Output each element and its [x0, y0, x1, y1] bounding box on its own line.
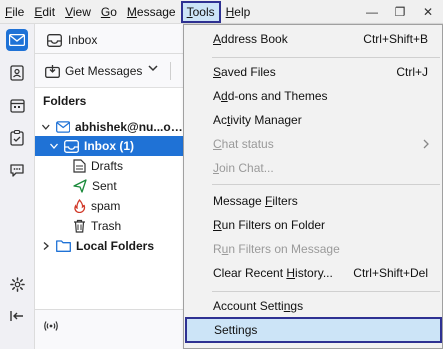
shortcut-address-book: Ctrl+Shift+B — [363, 32, 428, 46]
inbox-icon — [64, 139, 79, 153]
menu-run-filters-message[interactable]: Run Filters on Message — [185, 238, 442, 260]
shortcut-saved-files: Ctrl+J — [396, 65, 428, 79]
chevron-down-icon[interactable] — [147, 62, 159, 74]
chat-icon — [10, 163, 24, 177]
account-mail-icon — [55, 121, 70, 133]
menu-separator — [212, 57, 440, 58]
menu-settings[interactable]: Settings — [185, 317, 442, 343]
folder-drafts[interactable]: Drafts — [73, 156, 123, 176]
tasks-space-button[interactable] — [6, 127, 28, 149]
gear-icon — [9, 276, 25, 292]
collapse-spaces-button[interactable] — [6, 305, 28, 327]
menu-chat-status[interactable]: Chat status — [185, 133, 442, 155]
drafts-label: Drafts — [91, 159, 124, 173]
account-name: abhishek@nu...ology.com — [75, 120, 185, 134]
address-book-space-button[interactable] — [6, 62, 28, 84]
menu-view[interactable]: View — [60, 1, 96, 23]
menu-run-filters-folder[interactable]: Run Filters on Folder — [185, 214, 442, 236]
menu-message[interactable]: Message — [122, 1, 181, 23]
online-status-icon[interactable] — [43, 319, 59, 333]
menu-account-settings[interactable]: Account Settings — [185, 295, 442, 317]
restore-icon: ❐ — [394, 5, 406, 19]
menu-separator — [212, 291, 440, 292]
spam-flame-icon — [74, 199, 86, 213]
folder-icon — [56, 240, 71, 252]
chevron-down-icon — [50, 143, 58, 149]
inbox-tab-icon — [47, 33, 62, 47]
calendar-icon — [9, 98, 25, 113]
menu-go[interactable]: Go — [96, 1, 122, 23]
get-messages-button[interactable]: Get Messages — [41, 59, 146, 83]
folder-trash[interactable]: Trash — [73, 216, 121, 236]
chevron-right-icon — [43, 242, 49, 250]
trash-icon — [74, 219, 85, 233]
menu-saved-files[interactable]: Saved Files Ctrl+J — [185, 61, 442, 83]
chevron-down-icon — [41, 124, 50, 130]
collapse-icon — [10, 311, 23, 321]
restore-button[interactable]: ❐ — [386, 0, 414, 24]
menu-file[interactable]: File — [0, 1, 29, 23]
folder-inbox[interactable]: Inbox (1) — [35, 136, 185, 156]
close-icon: ✕ — [422, 5, 434, 19]
inbox-label: Inbox (1) — [84, 139, 134, 153]
folder-pane-header: Folders — [43, 94, 87, 108]
menu-message-filters[interactable]: Message Filters — [185, 190, 442, 212]
folder-pane: Folders abhishek@nu...ology.com Inbox (1… — [35, 88, 185, 309]
mail-space-button[interactable] — [6, 29, 28, 51]
mail-icon — [9, 34, 25, 46]
menu-edit[interactable]: Edit — [29, 1, 60, 23]
tab-inbox[interactable]: Inbox — [41, 27, 181, 53]
spaces-toolbar — [0, 24, 35, 349]
folder-sent[interactable]: Sent — [73, 176, 117, 196]
menu-clear-history[interactable]: Clear Recent History... Ctrl+Shift+Del — [185, 262, 442, 284]
chat-space-button[interactable] — [6, 159, 28, 181]
menu-help[interactable]: Help — [221, 1, 256, 23]
settings-space-button[interactable] — [6, 273, 28, 295]
folder-local[interactable]: Local Folders — [41, 236, 154, 256]
shortcut-clear-history: Ctrl+Shift+Del — [353, 266, 428, 280]
tab-label: Inbox — [68, 33, 98, 47]
menu-tools[interactable]: Tools — [180, 0, 221, 23]
address-book-icon — [10, 65, 24, 81]
menu-address-book[interactable]: Address Book Ctrl+Shift+B — [185, 28, 442, 50]
folder-account[interactable]: abhishek@nu...ology.com — [41, 117, 185, 137]
drafts-icon — [73, 159, 86, 173]
spam-label: spam — [91, 199, 121, 213]
sent-icon — [73, 179, 87, 193]
toolbar-divider — [170, 62, 171, 80]
minimize-button[interactable]: — — [358, 0, 386, 24]
folder-spam[interactable]: spam — [73, 196, 120, 216]
sent-label: Sent — [92, 179, 117, 193]
status-bar — [35, 309, 185, 349]
get-messages-label: Get Messages — [65, 64, 143, 78]
menu-addons-themes[interactable]: Add-ons and Themes — [185, 85, 442, 107]
get-messages-icon — [45, 64, 60, 78]
menu-separator — [212, 184, 440, 185]
menu-activity-manager[interactable]: Activity Manager — [185, 109, 442, 131]
calendar-space-button[interactable] — [6, 94, 28, 116]
local-folders-label: Local Folders — [76, 239, 155, 253]
minimize-icon: — — [366, 5, 378, 19]
menu-join-chat[interactable]: Join Chat... — [185, 157, 442, 179]
close-button[interactable]: ✕ — [414, 0, 442, 24]
trash-label: Trash — [91, 219, 122, 233]
tasks-icon — [10, 130, 24, 146]
tools-menu: Address Book Ctrl+Shift+B Saved Files Ct… — [183, 24, 443, 349]
chevron-right-icon — [423, 139, 429, 149]
